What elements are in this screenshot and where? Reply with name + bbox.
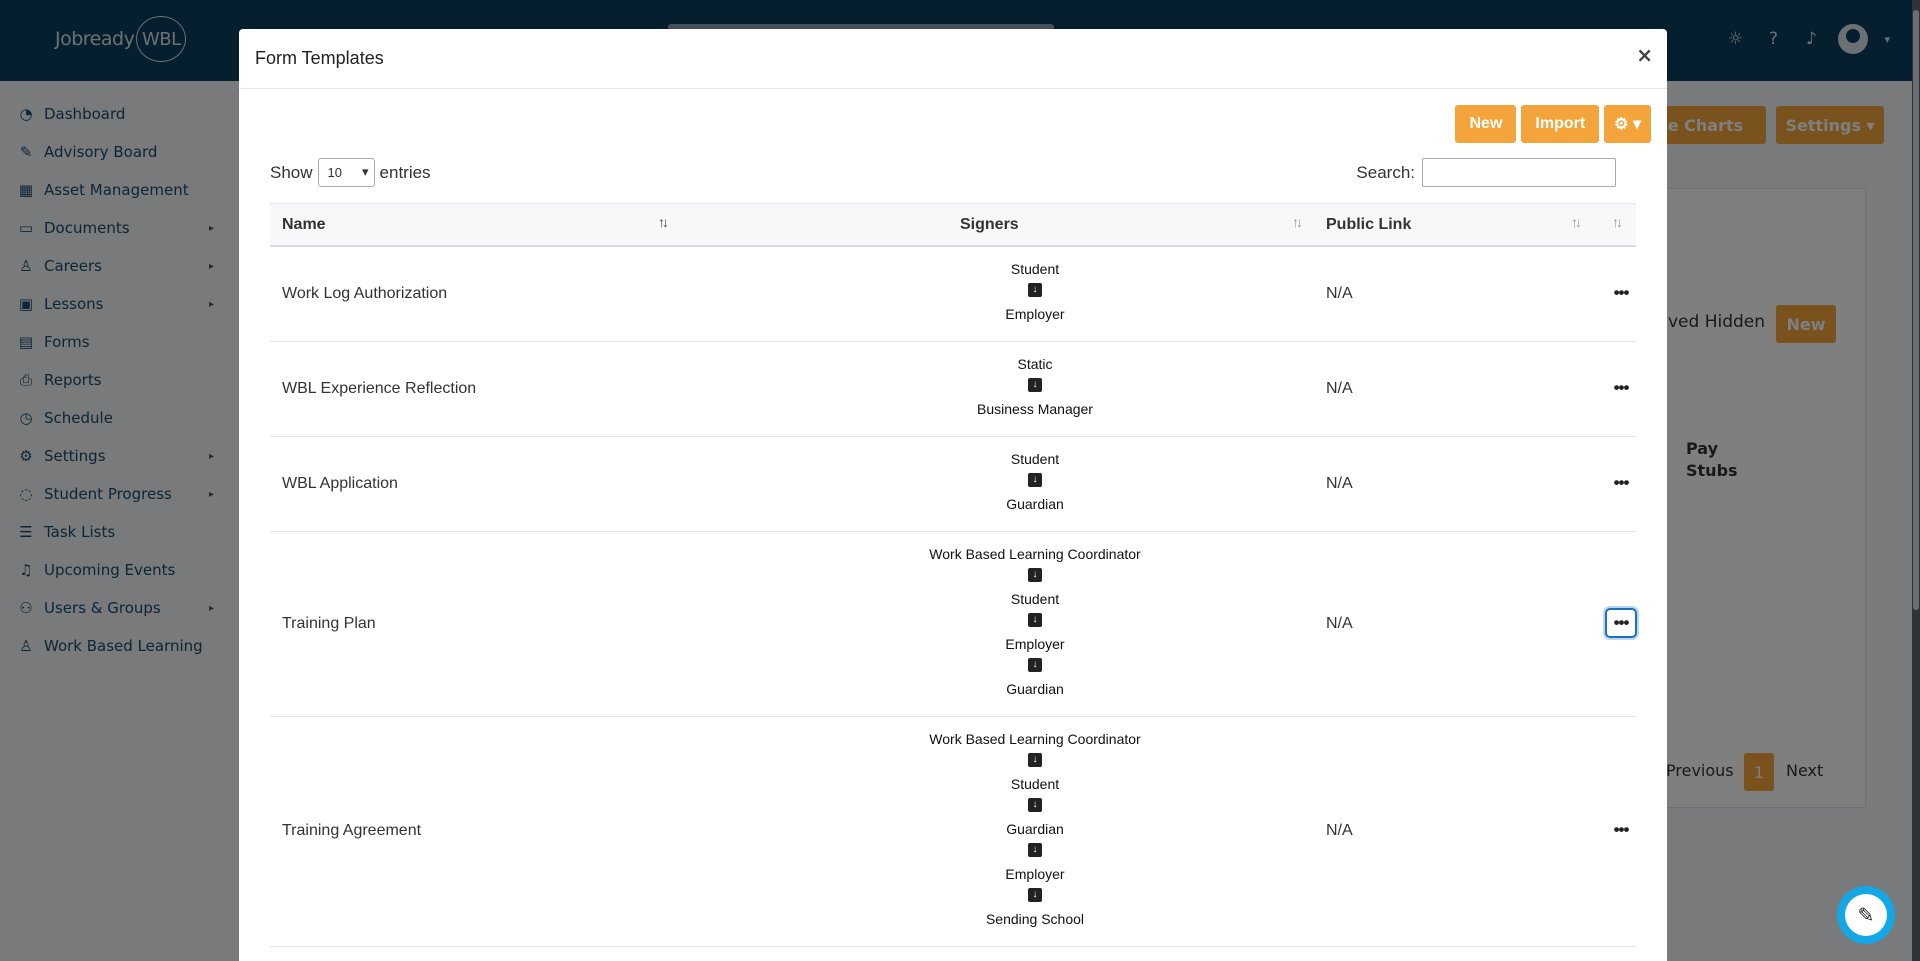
arrow-down-icon: ↓ — [850, 469, 1220, 494]
gear-dropdown-button[interactable]: ⚙ ▾ — [1604, 105, 1651, 143]
chat-widget-button[interactable]: ✎ — [1837, 886, 1895, 944]
row-actions-button[interactable]: ••• — [1605, 468, 1637, 498]
modal-toolbar: New Import ⚙ ▾ — [1455, 105, 1651, 143]
template-name[interactable]: Training Plan — [282, 615, 376, 633]
row-actions-button[interactable]: ••• — [1605, 278, 1637, 308]
template-name[interactable]: Training Agreement — [282, 822, 421, 840]
arrow-down-icon: ↓ — [850, 609, 1220, 634]
show-entries: Show 10 entries — [270, 158, 431, 187]
signers-list: Work Based Learning Coordinator ↓ Student ↓… — [850, 544, 1220, 699]
modal-header: Form Templates × — [239, 29, 1667, 89]
form-templates-table: Name ↑↓ Signers ↑↓ Public Link ↑↓ ↑↓ Wor… — [270, 203, 1637, 961]
chat-icon: ✎ — [1845, 894, 1887, 936]
table-header: Name ↑↓ Signers ↑↓ Public Link ↑↓ ↑↓ — [270, 203, 1636, 247]
arrow-down-icon: ↓ — [850, 749, 1220, 774]
table-row: Work Based Learning Coordinator — [270, 947, 1636, 961]
search-label: Search: — [1356, 162, 1415, 182]
signers-list: Student ↓ Guardian — [850, 449, 1220, 514]
template-name[interactable]: WBL Experience Reflection — [282, 380, 476, 398]
signer-name: Guardian — [1006, 496, 1064, 512]
public-link-value: N/A — [1326, 284, 1353, 302]
modal-title: Form Templates — [255, 48, 384, 68]
table-body: Work Log Authorization Student ↓ Employer N/… — [270, 247, 1637, 961]
signer-name: Employer — [1005, 866, 1065, 882]
column-header-public-link[interactable]: Public Link — [1326, 216, 1411, 234]
signer-name: Work Based Learning Coordinator — [929, 546, 1141, 562]
row-actions-button[interactable]: ••• — [1605, 373, 1637, 403]
new-button[interactable]: New — [1455, 105, 1517, 143]
signer-name: Student — [1010, 776, 1060, 792]
close-icon[interactable]: × — [1636, 43, 1653, 67]
arrow-down-icon: ↓ — [850, 839, 1220, 864]
public-link-value: N/A — [1326, 474, 1353, 492]
template-name[interactable]: Work Log Authorization — [282, 285, 447, 303]
table-row: Work Log Authorization Student ↓ Employer N/… — [270, 247, 1636, 342]
public-link-value: N/A — [1326, 822, 1353, 839]
arrow-down-icon: ↓ — [850, 794, 1220, 819]
signers-list: Student ↓ Employer — [850, 259, 1220, 324]
arrow-down-icon: ↓ — [850, 654, 1220, 679]
template-name[interactable]: WBL Application — [282, 475, 398, 493]
arrow-down-icon: ↓ — [850, 564, 1220, 589]
public-link-value: N/A — [1326, 379, 1353, 397]
signer-name: Guardian — [1006, 681, 1064, 697]
sort-icon[interactable]: ↑↓ — [658, 214, 669, 230]
signers-list: Static ↓ Business Manager — [850, 354, 1220, 419]
form-templates-modal: Form Templates × New Import ⚙ ▾ Show 10 … — [239, 29, 1667, 961]
table-row: Training Plan Work Based Learning Coordin… — [270, 532, 1637, 717]
search-input[interactable] — [1422, 158, 1616, 187]
signer-name: Employer — [1005, 636, 1065, 652]
show-label: Show — [270, 162, 313, 182]
entries-select[interactable]: 10 — [317, 158, 375, 187]
arrow-down-icon: ↓ — [850, 374, 1220, 399]
scrollbar-thumb[interactable] — [1913, 10, 1919, 610]
scrollbar[interactable] — [1912, 0, 1920, 961]
public-link-value: N/A — [1326, 614, 1353, 632]
table-row: Training Agreement Work Based Learning Co… — [270, 717, 1636, 947]
sort-icon[interactable]: ↑↓ — [1571, 214, 1582, 230]
table-row: WBL Application Student ↓ Guardian N/A ••• — [270, 437, 1636, 532]
import-button[interactable]: Import — [1521, 105, 1600, 143]
signer-name: Static — [1017, 356, 1053, 372]
row-actions-button[interactable]: ••• — [1605, 815, 1637, 845]
arrow-down-icon: ↓ — [850, 279, 1220, 304]
signer-name: Sending School — [985, 911, 1085, 927]
signer-name: Work Based Learning Coordinator — [929, 731, 1141, 747]
arrow-down-icon: ↓ — [850, 884, 1220, 909]
entries-label: entries — [379, 162, 431, 182]
row-actions-button[interactable]: ••• — [1605, 607, 1637, 638]
signer-name: Guardian — [1006, 821, 1064, 837]
table-search: Search: — [1356, 158, 1616, 187]
signer-name: Student — [1010, 261, 1060, 277]
signer-name: Student — [1010, 591, 1060, 607]
sort-icon[interactable]: ↑↓ — [1612, 214, 1623, 230]
signer-name: Student — [1010, 451, 1060, 467]
sort-icon[interactable]: ↑↓ — [1292, 214, 1303, 230]
signer-name: Employer — [1005, 306, 1065, 322]
signers-list: Work Based Learning Coordinator ↓ Student ↓… — [850, 729, 1220, 929]
signer-name: Business Manager — [977, 401, 1093, 417]
column-header-name[interactable]: Name — [282, 216, 326, 234]
column-header-signers[interactable]: Signers — [960, 216, 1019, 234]
table-row: WBL Experience Reflection Static ↓ Business… — [270, 342, 1636, 437]
